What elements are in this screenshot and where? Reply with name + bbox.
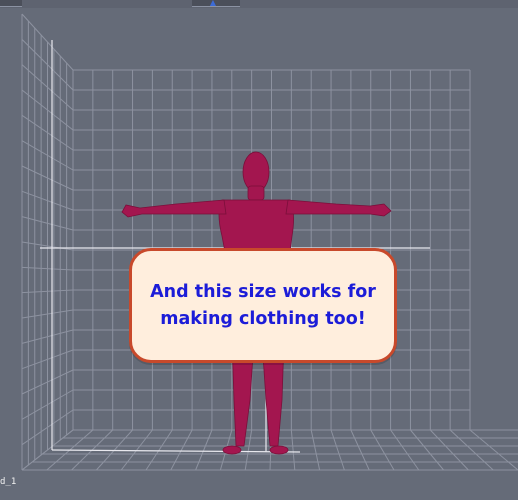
callout-bubble: And this size works for making clothing … bbox=[129, 248, 397, 363]
viewport-corner-label: d_1 bbox=[0, 477, 17, 487]
callout-text: And this size works for making clothing … bbox=[150, 281, 376, 329]
3d-viewport[interactable]: ▲ And this size works for making clothin… bbox=[0, 0, 518, 500]
